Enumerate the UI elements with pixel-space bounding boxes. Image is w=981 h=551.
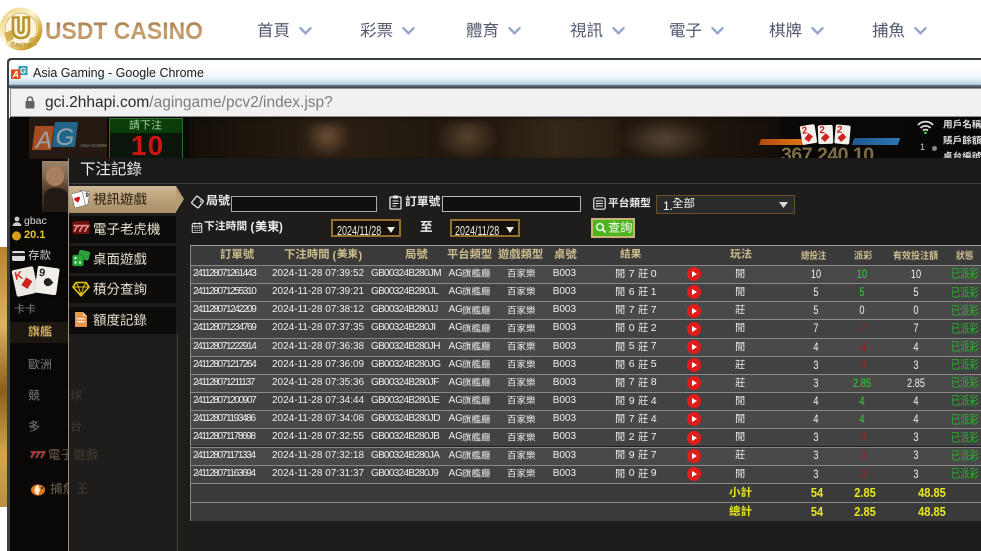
svg-text:Casino: Casino [11, 43, 31, 49]
svg-text:777: 777 [73, 224, 90, 235]
svg-text:A: A [11, 70, 19, 80]
svg-text:ASIA GAMING: ASIA GAMING [79, 143, 107, 148]
svg-text:A: A [34, 127, 52, 153]
svg-text:G: G [56, 124, 75, 151]
svg-text:USDT CASINO: USDT CASINO [45, 18, 203, 45]
svg-text:G: G [20, 67, 26, 76]
